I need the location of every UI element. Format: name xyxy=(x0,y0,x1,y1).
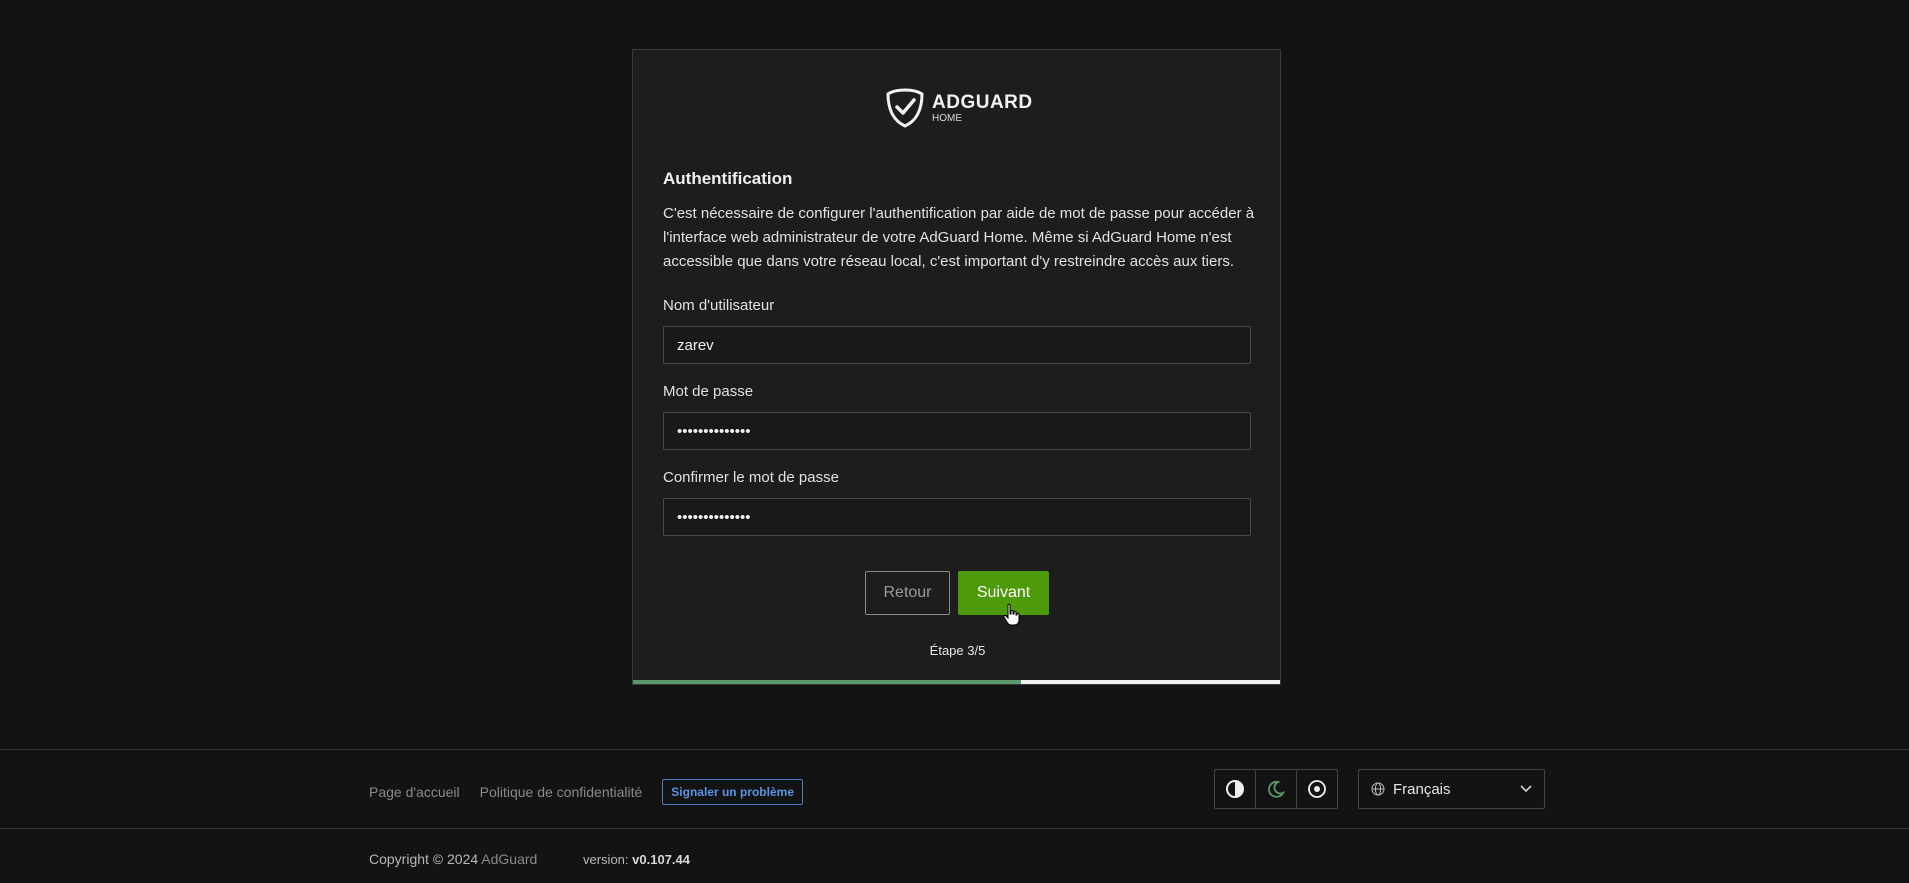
language-select[interactable]: Français xyxy=(1358,769,1545,809)
progress-bar xyxy=(633,680,1280,684)
step-indicator: Étape 3/5 xyxy=(929,643,986,658)
theme-auto-button[interactable] xyxy=(1215,770,1256,808)
footer-divider-bottom xyxy=(0,828,1909,829)
adguard-logo: ADGUARD HOME xyxy=(886,88,1033,128)
back-button[interactable]: Retour xyxy=(865,571,950,615)
report-issue-button[interactable]: Signaler un problème xyxy=(662,779,803,805)
theme-dark-button[interactable] xyxy=(1256,770,1297,808)
footer-divider xyxy=(0,749,1909,750)
sun-icon xyxy=(1308,780,1326,798)
confirm-password-label: Confirmer le mot de passe xyxy=(663,469,839,486)
username-input[interactable] xyxy=(663,326,1251,364)
theme-light-button[interactable] xyxy=(1297,770,1337,808)
logo-name: ADGUARD xyxy=(932,91,1033,113)
confirm-password-input[interactable] xyxy=(663,498,1251,536)
moon-icon xyxy=(1268,780,1286,798)
shield-check-icon xyxy=(886,88,924,128)
auth-description: C'est nécessaire de configurer l'authent… xyxy=(663,205,1255,270)
theme-switcher xyxy=(1214,769,1338,809)
version-value: v0.107.44 xyxy=(632,852,690,867)
copyright-text: Copyright © 2024 xyxy=(369,851,479,867)
version-info: version: v0.107.44 xyxy=(583,852,690,867)
adguard-link[interactable]: AdGuard xyxy=(481,851,537,867)
language-label: Français xyxy=(1393,780,1451,798)
progress-fill xyxy=(633,680,1022,684)
privacy-link[interactable]: Politique de confidentialité xyxy=(480,784,643,800)
footer-links: Page d'accueil Politique de confidential… xyxy=(369,779,803,805)
password-label: Mot de passe xyxy=(663,383,754,400)
contrast-icon xyxy=(1226,780,1244,798)
logo-subtitle: HOME xyxy=(932,112,962,124)
hand-cursor-icon xyxy=(1003,603,1020,626)
password-input[interactable] xyxy=(663,412,1251,450)
chevron-down-icon xyxy=(1520,785,1532,793)
version-label: version: xyxy=(583,852,629,867)
globe-icon xyxy=(1371,782,1385,796)
home-link[interactable]: Page d'accueil xyxy=(369,784,460,800)
setup-card: ADGUARD HOME Authentification C'est néce… xyxy=(632,49,1281,685)
page-title: Authentification xyxy=(663,169,793,188)
copyright: Copyright © 2024 AdGuard xyxy=(369,851,537,867)
username-label: Nom d'utilisateur xyxy=(663,297,775,314)
